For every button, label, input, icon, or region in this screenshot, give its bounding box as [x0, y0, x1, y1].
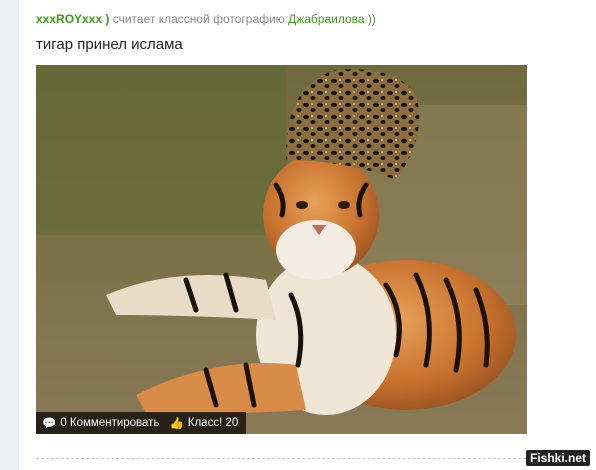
author-link[interactable]: xxxROYxxx ) — [36, 12, 109, 26]
watermark: Fishki.net — [525, 450, 590, 466]
photo-action-bar: 💬 0 Комментировать 👍 Класс! 20 — [36, 412, 246, 434]
like-button[interactable]: 👍 Класс! 20 — [169, 416, 238, 430]
divider — [36, 458, 526, 459]
comment-button[interactable]: 💬 0 Комментировать — [42, 416, 159, 430]
target-user-link[interactable]: Джабраилова )) — [288, 12, 376, 26]
post-title: тигар принел ислама — [36, 36, 183, 53]
like-label: Класс! 20 — [187, 417, 239, 429]
speech-bubble-icon: 💬 — [42, 418, 57, 430]
tiger-photo[interactable] — [36, 65, 527, 434]
comment-label: 0 Комментировать — [60, 417, 160, 429]
left-rail — [0, 0, 19, 470]
thumbs-up-icon: 👍 — [169, 418, 184, 430]
post-header: xxxROYxxx ) считает классной фотографию … — [36, 12, 376, 26]
action-text: считает классной фотографию — [112, 12, 285, 26]
tiger-illustration — [36, 65, 527, 434]
